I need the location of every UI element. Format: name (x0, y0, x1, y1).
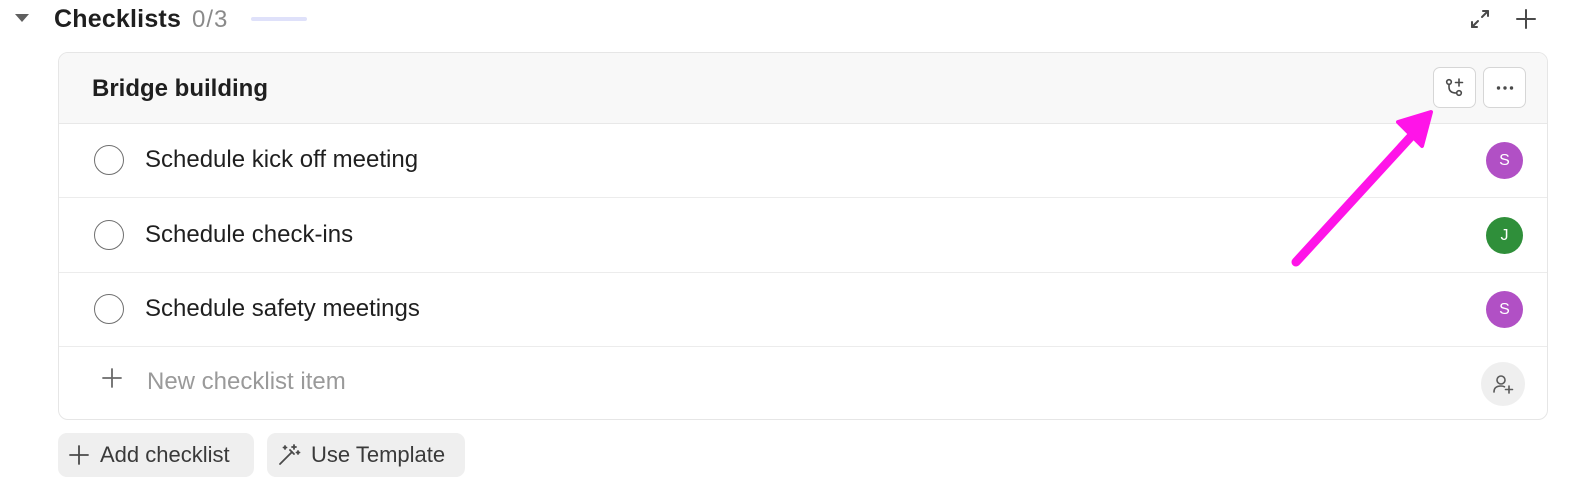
assign-checklist-button[interactable] (1433, 67, 1476, 108)
assignee-avatar[interactable]: S (1486, 142, 1523, 179)
add-checklist-button[interactable]: Add checklist (58, 433, 254, 477)
checklists-header: Checklists 0/3 (0, 0, 1576, 40)
checklist-item-label[interactable]: Schedule kick off meeting (145, 146, 418, 174)
ellipsis-icon (1496, 85, 1513, 90)
checklist-item-label[interactable]: Schedule check-ins (145, 221, 353, 249)
add-checklist-label: Add checklist (100, 442, 230, 467)
checklist-item[interactable]: Schedule kick off meeting S (59, 124, 1547, 198)
progress-bar (251, 17, 307, 21)
use-template-label: Use Template (311, 442, 446, 467)
add-checklist-icon[interactable] (1512, 5, 1540, 33)
user-plus-icon (1493, 375, 1514, 394)
new-checklist-item-input[interactable] (147, 364, 1047, 400)
plus-icon[interactable] (101, 367, 123, 389)
checkbox-circle[interactable] (94, 220, 124, 250)
checklist-item-label[interactable]: Schedule safety meetings (145, 295, 420, 323)
checklist-title[interactable]: Bridge building (92, 75, 268, 103)
magic-wand-icon (279, 444, 301, 465)
checklist-card: Bridge building Schedule kick off meetin… (58, 52, 1548, 420)
branch-plus-icon (1445, 77, 1463, 96)
new-checklist-item-row (59, 347, 1547, 419)
checkbox-circle[interactable] (94, 294, 124, 324)
use-template-button[interactable]: Use Template (267, 433, 465, 477)
checkbox-circle[interactable] (94, 145, 124, 175)
expand-icon[interactable] (1466, 5, 1494, 33)
checklist-more-button[interactable] (1483, 67, 1526, 108)
section-title: Checklists (54, 5, 182, 33)
checklist-card-header: Bridge building (59, 53, 1547, 124)
collapse-caret-icon[interactable] (15, 14, 29, 22)
assignee-avatar[interactable]: J (1486, 217, 1523, 254)
checklist-progress-count: 0/3 (192, 6, 229, 33)
checklist-item[interactable]: Schedule safety meetings S (59, 273, 1547, 347)
plus-icon (69, 445, 89, 465)
assign-user-button[interactable] (1481, 362, 1525, 406)
assignee-avatar[interactable]: S (1486, 291, 1523, 328)
checklist-item[interactable]: Schedule check-ins J (59, 199, 1547, 273)
